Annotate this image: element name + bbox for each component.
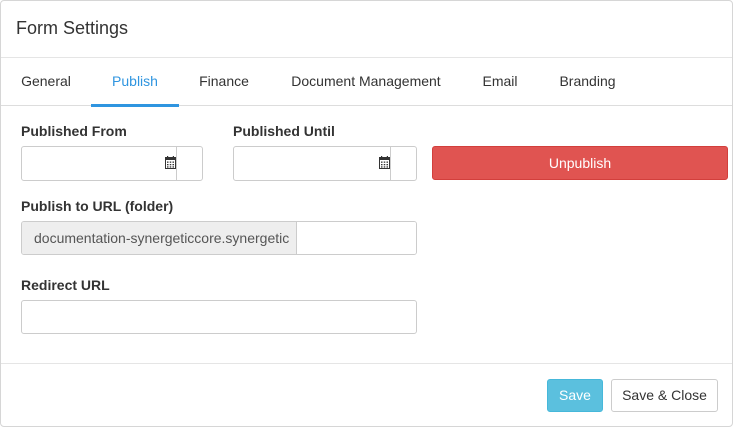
save-button[interactable]: Save xyxy=(547,379,603,412)
calendar-icon xyxy=(165,156,176,169)
published-from-label: Published From xyxy=(21,123,127,139)
published-until-picker xyxy=(233,146,417,181)
published-until-calendar-button[interactable] xyxy=(379,147,417,180)
tab-bar: General Publish Finance Document Managem… xyxy=(1,58,732,107)
tab-branding[interactable]: Branding xyxy=(549,58,626,106)
tab-finance[interactable]: Finance xyxy=(190,58,258,106)
publish-url-group: documentation-synergeticcore.synergetic xyxy=(21,221,417,255)
tab-email[interactable]: Email xyxy=(473,58,527,106)
redirect-url-label: Redirect URL xyxy=(21,277,110,293)
unpublish-button[interactable]: Unpublish xyxy=(432,146,728,180)
tab-general[interactable]: General xyxy=(13,58,79,106)
form-settings-dialog: Form Settings General Publish Finance Do… xyxy=(0,0,733,427)
publish-url-label: Publish to URL (folder) xyxy=(21,198,174,214)
published-from-input[interactable] xyxy=(22,147,176,180)
dialog-footer: Save Save & Close xyxy=(1,363,732,426)
publish-url-prefix: documentation-synergeticcore.synergetic xyxy=(22,222,297,254)
dialog-header: Form Settings xyxy=(1,1,732,58)
save-and-close-button[interactable]: Save & Close xyxy=(611,379,718,412)
tab-publish[interactable]: Publish xyxy=(91,58,179,107)
published-from-calendar-button[interactable] xyxy=(165,147,203,180)
published-until-input[interactable] xyxy=(234,147,390,180)
published-from-picker xyxy=(21,146,203,181)
published-until-label: Published Until xyxy=(233,123,335,139)
tab-document-management[interactable]: Document Management xyxy=(281,58,451,106)
dialog-title: Form Settings xyxy=(16,18,129,38)
redirect-url-input[interactable] xyxy=(21,300,417,334)
publish-url-folder-input[interactable] xyxy=(298,222,416,254)
calendar-icon xyxy=(379,156,390,169)
